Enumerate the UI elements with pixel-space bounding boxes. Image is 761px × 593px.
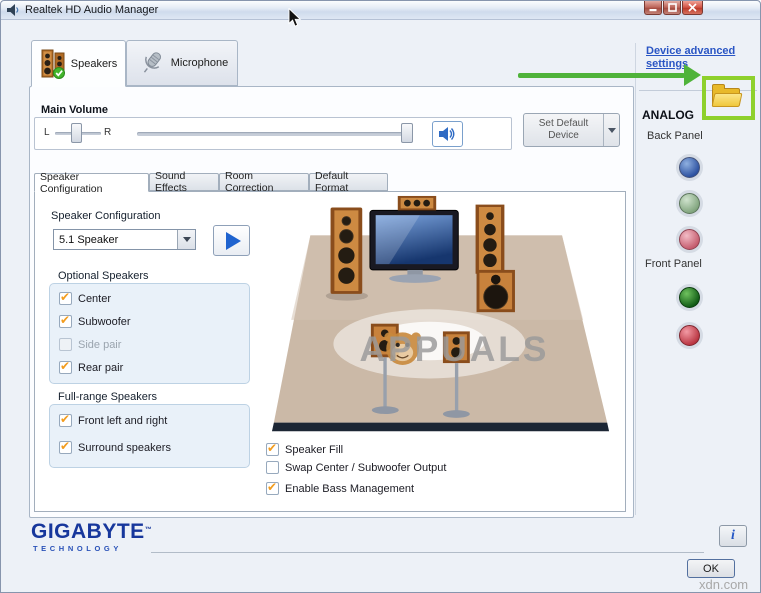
annotation-arrow-head bbox=[684, 64, 701, 86]
checkbox-label: Center bbox=[78, 293, 111, 305]
checkbox-subwoofer[interactable]: Subwoofer bbox=[59, 315, 131, 328]
corner-watermark: xdn.com bbox=[699, 577, 748, 592]
back-panel-jack-pink[interactable] bbox=[679, 229, 700, 250]
maximize-icon bbox=[668, 3, 677, 12]
information-button[interactable] bbox=[719, 525, 747, 547]
back-panel-jack-light-green[interactable] bbox=[679, 193, 700, 214]
full-range-speakers-title: Full-range Speakers bbox=[58, 391, 157, 403]
volume-slider[interactable] bbox=[137, 132, 413, 136]
checkbox[interactable] bbox=[59, 414, 72, 427]
appuals-watermark-text: APPUALS bbox=[360, 329, 550, 369]
checkbox-label: Enable Bass Management bbox=[285, 483, 414, 495]
mute-button[interactable] bbox=[432, 121, 463, 147]
checkbox[interactable] bbox=[266, 461, 279, 474]
tab-label: Sound Effects bbox=[155, 170, 213, 194]
dropdown-selected-value: 5.1 Speaker bbox=[54, 234, 177, 246]
checkbox-surround-speakers[interactable]: Surround speakers bbox=[59, 441, 171, 454]
checkbox-rear-pair[interactable]: Rear pair bbox=[59, 361, 123, 374]
checkbox-enable-bass-management[interactable]: Enable Bass Management bbox=[266, 482, 414, 495]
speaker-layout-illustration: APPUALS bbox=[259, 195, 623, 438]
checkbox[interactable] bbox=[266, 482, 279, 495]
tab-sound-effects[interactable]: Sound Effects bbox=[149, 173, 219, 191]
speakers-icon bbox=[40, 49, 66, 79]
checkbox-label: Side pair bbox=[78, 339, 121, 351]
tab-speakers-label: Speakers bbox=[71, 58, 117, 70]
balance-right-label: R bbox=[104, 127, 111, 138]
speaker-configuration-dropdown[interactable]: 5.1 Speaker bbox=[53, 229, 196, 250]
main-volume-panel: L R bbox=[34, 117, 512, 150]
speaker-title-icon bbox=[6, 3, 20, 17]
checkbox-front-left-right[interactable]: Front left and right bbox=[59, 414, 167, 427]
mouse-cursor bbox=[288, 8, 302, 28]
checkbox-center[interactable]: Center bbox=[59, 292, 111, 305]
checkbox-label: Surround speakers bbox=[78, 442, 171, 454]
checkbox-label: Subwoofer bbox=[78, 316, 131, 328]
device-advanced-settings-link[interactable]: Device advanced settings bbox=[646, 45, 758, 71]
tab-room-correction[interactable]: Room Correction bbox=[219, 173, 309, 191]
checkbox-label: Front left and right bbox=[78, 415, 167, 427]
dropdown-arrow-button[interactable] bbox=[177, 230, 195, 249]
front-panel-jack-red[interactable] bbox=[679, 325, 700, 346]
set-default-device-label: Set Default Device bbox=[524, 114, 603, 146]
back-panel-jack-blue[interactable] bbox=[679, 157, 700, 178]
folder-front bbox=[712, 93, 743, 107]
titlebar[interactable]: Realtek HD Audio Manager bbox=[1, 1, 760, 20]
analog-section-title: ANALOG bbox=[642, 108, 694, 122]
checkbox[interactable] bbox=[59, 292, 72, 305]
ok-button[interactable]: OK bbox=[687, 559, 735, 578]
tab-microphone-label: Microphone bbox=[171, 57, 228, 69]
tab-microphone[interactable]: Microphone bbox=[126, 40, 238, 86]
microphone-icon bbox=[136, 48, 166, 78]
tab-label: Default Format bbox=[315, 170, 382, 194]
gigabyte-logo: GIGABYTE™ TECHNOLOGY bbox=[31, 521, 152, 553]
set-default-device-button[interactable]: Set Default Device bbox=[523, 113, 620, 147]
checkbox-swap-center-subwoofer[interactable]: Swap Center / Subwoofer Output bbox=[266, 461, 446, 474]
gigabyte-wordmark: GIGABYTE bbox=[31, 520, 145, 543]
back-panel-label: Back Panel bbox=[647, 130, 703, 142]
checkbox-label: Speaker Fill bbox=[285, 444, 343, 456]
main-volume-label: Main Volume bbox=[41, 104, 108, 116]
gigabyte-tagline: TECHNOLOGY bbox=[33, 544, 152, 553]
checkbox-speaker-fill[interactable]: Speaker Fill bbox=[266, 443, 343, 456]
checkbox[interactable] bbox=[59, 361, 72, 374]
realtek-audio-manager-window: Realtek HD Audio Manager bbox=[0, 0, 761, 593]
connector-settings-folder-icon[interactable] bbox=[712, 86, 740, 106]
minimize-button[interactable] bbox=[644, 1, 662, 15]
set-default-dropdown-arrow[interactable] bbox=[603, 114, 619, 146]
front-panel-jack-dark-green[interactable] bbox=[679, 287, 700, 308]
checkbox-label: Swap Center / Subwoofer Output bbox=[285, 462, 446, 474]
close-button[interactable] bbox=[682, 1, 703, 15]
checkbox bbox=[59, 338, 72, 351]
footer-divider bbox=[151, 552, 704, 553]
trademark-symbol: ™ bbox=[145, 527, 152, 534]
maximize-button[interactable] bbox=[663, 1, 681, 15]
minimize-icon bbox=[649, 4, 657, 12]
play-test-button[interactable] bbox=[213, 225, 250, 256]
checkbox-side-pair: Side pair bbox=[59, 338, 121, 351]
speaker-configuration-label: Speaker Configuration bbox=[51, 210, 160, 222]
checkbox-label: Rear pair bbox=[78, 362, 123, 374]
vertical-divider bbox=[635, 43, 636, 515]
optional-speakers-title: Optional Speakers bbox=[58, 270, 149, 282]
balance-left-label: L bbox=[44, 127, 50, 138]
tab-speakers[interactable]: Speakers bbox=[31, 40, 126, 87]
checkbox[interactable] bbox=[266, 443, 279, 456]
annotation-arrow-line bbox=[518, 73, 685, 78]
balance-slider-handle[interactable] bbox=[71, 123, 82, 143]
front-panel-label: Front Panel bbox=[645, 258, 702, 270]
checkbox[interactable] bbox=[59, 315, 72, 328]
window-controls bbox=[644, 1, 703, 15]
tab-label: Speaker Configuration bbox=[40, 171, 143, 195]
volume-slider-handle[interactable] bbox=[401, 123, 413, 143]
speaker-volume-icon bbox=[438, 126, 457, 142]
window-title: Realtek HD Audio Manager bbox=[25, 4, 158, 16]
close-icon bbox=[688, 3, 697, 12]
tab-speaker-configuration[interactable]: Speaker Configuration bbox=[34, 173, 149, 192]
tab-default-format[interactable]: Default Format bbox=[309, 173, 388, 191]
checkbox[interactable] bbox=[59, 441, 72, 454]
tab-label: Room Correction bbox=[225, 170, 303, 194]
